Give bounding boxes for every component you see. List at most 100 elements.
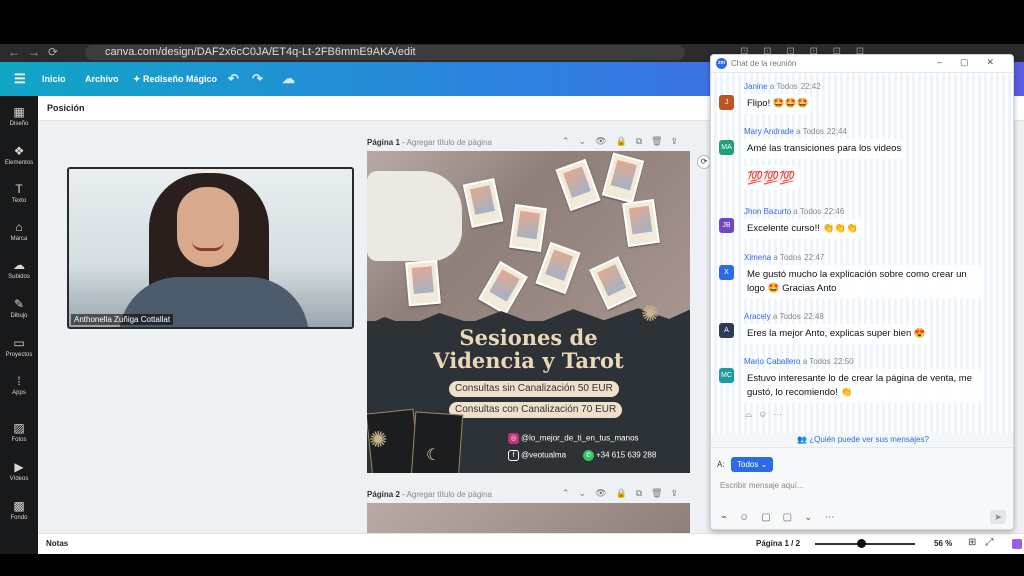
- poster-title: Sesiones de Videncia y Tarot: [367, 326, 690, 372]
- instagram-icon: ◎: [508, 433, 519, 444]
- zoom-slider-handle[interactable]: [857, 539, 866, 548]
- participant-video[interactable]: Anthonella Zuñiga Cottallat: [67, 167, 354, 329]
- undo-icon[interactable]: ↶: [228, 71, 239, 87]
- message-text: Flipo! 🤩🤩🤩: [743, 94, 813, 114]
- sidebar-item-videos[interactable]: ▶ Vídeos: [0, 460, 38, 482]
- message-text: Estuvo interesante lo de crear la página…: [743, 369, 981, 403]
- position-button[interactable]: Posición: [47, 103, 85, 113]
- sidebar-item-elements[interactable]: ❖ Elementos: [0, 144, 38, 166]
- folder-icon: ▭: [13, 336, 25, 350]
- offer-pill-1: Consultas sin Canalización 50 EUR: [449, 381, 619, 397]
- page-2-add-title[interactable]: Agregar título de página: [407, 490, 492, 499]
- sidebar-item-uploads[interactable]: ☁ Subidos: [0, 258, 38, 280]
- facebook-text: @veotualma: [521, 450, 567, 460]
- zoom-level[interactable]: 56 %: [934, 539, 952, 548]
- recipient: a Todos: [793, 207, 822, 216]
- timestamp: 22:46: [824, 207, 845, 216]
- avatar: MC: [719, 368, 734, 383]
- sidebar-item-photos[interactable]: ▨ Fotos: [0, 421, 38, 443]
- timestamp: 22:42: [800, 82, 821, 91]
- refresh-icon[interactable]: ⟳: [697, 155, 711, 169]
- facebook-handle: f @veotualma: [508, 450, 566, 461]
- avatar: JB: [719, 218, 734, 233]
- tarot-card: [622, 198, 660, 248]
- offer-pill-2: Consultas con Canalización 70 EUR: [449, 402, 623, 418]
- elements-icon: ❖: [13, 144, 25, 158]
- participant-name: Anthonella Zuñiga Cottallat: [71, 314, 174, 325]
- zoom-logo-icon: zm: [716, 58, 727, 69]
- sidebar-item-background[interactable]: ▩ Fondo: [0, 499, 38, 521]
- page-2-header: Página 2 - Agregar título de página: [367, 490, 492, 499]
- participant-smile: [192, 241, 224, 251]
- composer-toolbar[interactable]: ⌁☺▢▢⌄⋯: [721, 512, 847, 523]
- video-icon: ▶: [14, 460, 24, 474]
- chat-title: Chat de la reunión: [731, 59, 797, 68]
- menu-icon[interactable]: ☰: [14, 71, 26, 87]
- recipient: a Todos: [772, 312, 801, 321]
- design-icon: ▦: [13, 105, 25, 119]
- magic-icon: ✦: [133, 74, 141, 84]
- chat-message-list[interactable]: J Janine a Todos 22:42 Flipo! 🤩🤩🤩 MA Mary…: [711, 73, 1013, 433]
- tarot-card: [405, 259, 441, 307]
- recipient-dropdown[interactable]: Todos ⌄: [731, 457, 774, 472]
- whatsapp-text: +34 615 639 288: [596, 450, 657, 460]
- page-2-title: Página 2: [367, 490, 400, 499]
- page-1-tools[interactable]: ⌃⌄👁🔒⧉🗑⇪: [562, 136, 686, 147]
- browser-nav-buttons[interactable]: ←→⟳: [8, 45, 66, 59]
- redo-icon[interactable]: ↷: [252, 71, 263, 87]
- sidebar-item-label: Proyectos: [5, 352, 33, 358]
- recipient: a Todos: [802, 357, 831, 366]
- chat-message-input[interactable]: Escribir mensaje aquí...: [720, 481, 804, 490]
- chat-titlebar: zm Chat de la reunión –▢✕: [711, 55, 1013, 73]
- message-text: Me gustó mucho la explicación sobre como…: [743, 265, 981, 299]
- sun-icon: ✺: [641, 301, 660, 326]
- address-bar[interactable]: canva.com/design/DAF2x6cC0JA/ET4q-Lt-2FB…: [85, 45, 685, 60]
- sidebar-item-projects[interactable]: ▭ Proyectos: [0, 336, 38, 358]
- instagram-text: @lo_mejor_de_ti_en_tus_manos: [521, 433, 639, 443]
- instagram-handle: ◎ @lo_mejor_de_ti_en_tus_manos: [508, 433, 639, 444]
- design-page-2[interactable]: [367, 503, 690, 533]
- recipient: a Todos: [769, 82, 798, 91]
- poster-title-line-1: Sesiones de: [459, 325, 598, 350]
- header-home-link[interactable]: Inicio: [42, 74, 66, 84]
- sidebar-item-label: Texto: [11, 198, 27, 204]
- sidebar-item-text[interactable]: T Texto: [0, 182, 38, 204]
- sidebar-item-apps[interactable]: ⁞ Apps: [0, 374, 38, 396]
- view-controls[interactable]: ⊞⤢: [968, 537, 1002, 548]
- window-controls[interactable]: –▢✕: [937, 57, 1012, 68]
- bottom-bar: Notas Página 1 / 2 56 % ⊞⤢: [38, 533, 1024, 554]
- who-can-see-link[interactable]: 👥 ¿Quién puede ver sus mensajes?: [711, 433, 1013, 447]
- avatar: A: [719, 323, 734, 338]
- timestamp: 22:44: [826, 127, 847, 136]
- recipient: a Todos: [796, 127, 824, 136]
- sidebar-item-draw[interactable]: ✎ Dibujo: [0, 297, 38, 319]
- send-icon[interactable]: ➤: [990, 510, 1006, 524]
- header-magic-resize[interactable]: Rediseño Mágico: [143, 74, 217, 84]
- page-1-title: Página 1: [367, 138, 400, 147]
- header-file-menu[interactable]: Archivo: [85, 74, 119, 84]
- taskbar-app-icon[interactable]: [1012, 539, 1022, 549]
- cloud-save-icon[interactable]: ☁: [282, 71, 295, 87]
- message-header: Aracely a Todos 22:48: [744, 312, 824, 321]
- upload-icon: ☁: [13, 258, 25, 272]
- text-icon: T: [15, 182, 23, 196]
- sidebar-item-brand[interactable]: ⌂ Marca: [0, 220, 38, 242]
- timestamp: 22:48: [803, 312, 824, 321]
- message-header: Mario Caballero a Todos 22:50: [744, 357, 854, 366]
- page-2-tools[interactable]: ⌃⌄👁🔒⧉🗑⇪: [562, 488, 686, 499]
- design-page-1[interactable]: ✺ Sesiones de Videncia y Tarot Consultas…: [367, 151, 690, 473]
- tarot-card: [509, 203, 547, 253]
- page-1-header: Página 1 - Agregar título de página: [367, 138, 492, 147]
- page-1-add-title[interactable]: Agregar título de página: [407, 138, 492, 147]
- message-text: Excelente curso!! 👏👏👏: [743, 219, 862, 239]
- sidebar-item-label: Diseño: [9, 121, 29, 127]
- photo-icon: ▨: [13, 421, 25, 435]
- sidebar-item-design[interactable]: ▦ Diseño: [0, 105, 38, 127]
- brand-icon: ⌂: [15, 220, 23, 234]
- message-actions[interactable]: ⌓☺⋯: [745, 409, 788, 420]
- notes-button[interactable]: Notas: [46, 539, 68, 548]
- sender-name: Janine: [744, 82, 768, 91]
- sidebar-item-label: Elementos: [4, 160, 34, 166]
- message-text: Amé las transiciones para los videos: [743, 139, 906, 159]
- page-counter[interactable]: Página 1 / 2: [756, 539, 800, 548]
